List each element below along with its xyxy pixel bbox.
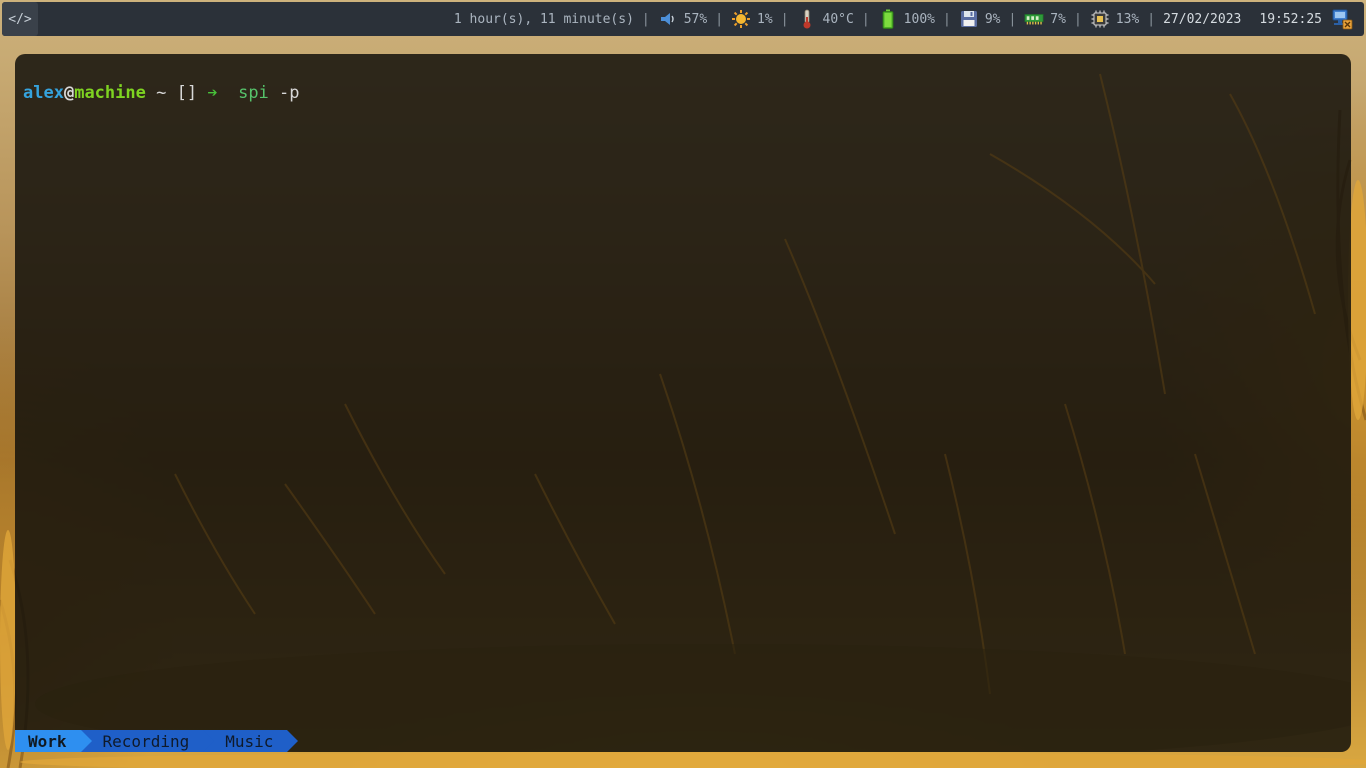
uptime-indicator: 1 hour(s), 11 minute(s): [454, 12, 634, 27]
battery-icon: [878, 9, 898, 29]
workspace-tab-work[interactable]: Work: [15, 730, 92, 752]
workspace-tab-label: Work: [28, 731, 67, 751]
workspace-tab-recording[interactable]: Recording: [80, 730, 215, 752]
separator: |: [780, 11, 789, 27]
workspace-tab-music[interactable]: Music: [203, 730, 299, 752]
prompt-host: machine: [74, 83, 146, 103]
separator: |: [942, 11, 951, 27]
cpu-chip-icon: [1090, 9, 1110, 29]
prompt-arrow-icon: ➔: [207, 83, 218, 103]
workspace-tab-label: Music: [225, 731, 274, 751]
volume-indicator[interactable]: 57%: [658, 9, 707, 29]
volume-value: 57%: [683, 11, 708, 27]
uptime-text: 1 hour(s), 11 minute(s): [453, 11, 634, 27]
prompt-user: alex: [23, 83, 64, 103]
cpu-indicator: 13%: [1090, 9, 1139, 29]
chevron-right-icon: [80, 730, 92, 752]
network-icon[interactable]: [1328, 2, 1356, 36]
separator: |: [1008, 11, 1017, 27]
launcher-button[interactable]: </>: [2, 2, 38, 36]
workspace-tabs: Work Recording Music: [15, 730, 299, 752]
ram-icon: [1024, 9, 1044, 29]
sun-icon: [731, 9, 751, 29]
separator: |: [1147, 11, 1156, 27]
separator: |: [641, 11, 650, 27]
disk-value: 9%: [984, 11, 1001, 27]
thermometer-icon: [797, 9, 817, 29]
chevron-right-icon: [203, 730, 215, 752]
floppy-disk-icon: [959, 9, 979, 29]
workspace-tab-label: Recording: [102, 731, 190, 751]
separator: |: [1073, 11, 1082, 27]
brightness-value: 1%: [757, 11, 773, 27]
temperature-value: 40°C: [822, 11, 854, 27]
clock-display[interactable]: 19:52:25: [1259, 12, 1322, 27]
speaker-icon: [658, 9, 678, 29]
prompt-directory: ~: [156, 83, 167, 103]
date-display: 27/02/2023: [1163, 11, 1242, 27]
top-status-bar: </> 1 hour(s), 11 minute(s) | 57% | 1% |…: [2, 2, 1364, 36]
prompt-at-sign: @: [63, 83, 75, 103]
terminal-window[interactable]: alex@machine ~ [] ➔ spi -p: [15, 54, 1351, 752]
chevron-right-icon: [287, 730, 299, 752]
typed-command: spi: [238, 83, 269, 103]
separator: |: [861, 11, 870, 27]
code-icon: </>: [8, 11, 32, 27]
cpu-value: 13%: [1115, 11, 1140, 27]
separator: |: [715, 11, 724, 27]
shell-prompt-line[interactable]: alex@machine ~ [] ➔ spi -p: [23, 83, 300, 103]
battery-value: 100%: [903, 11, 935, 27]
battery-indicator: 100%: [878, 9, 935, 29]
status-area: 1 hour(s), 11 minute(s) | 57% | 1% | 40°…: [38, 2, 1364, 36]
prompt-git-status: []: [176, 83, 198, 103]
brightness-indicator[interactable]: 1%: [731, 9, 773, 29]
disk-indicator: 9%: [959, 9, 1001, 29]
typed-argument: -p: [279, 83, 300, 103]
memory-indicator: 7%: [1024, 9, 1066, 29]
memory-value: 7%: [1050, 11, 1066, 27]
terminal-background-graphic: [35, 73, 1351, 752]
temperature-indicator: 40°C: [797, 9, 854, 29]
